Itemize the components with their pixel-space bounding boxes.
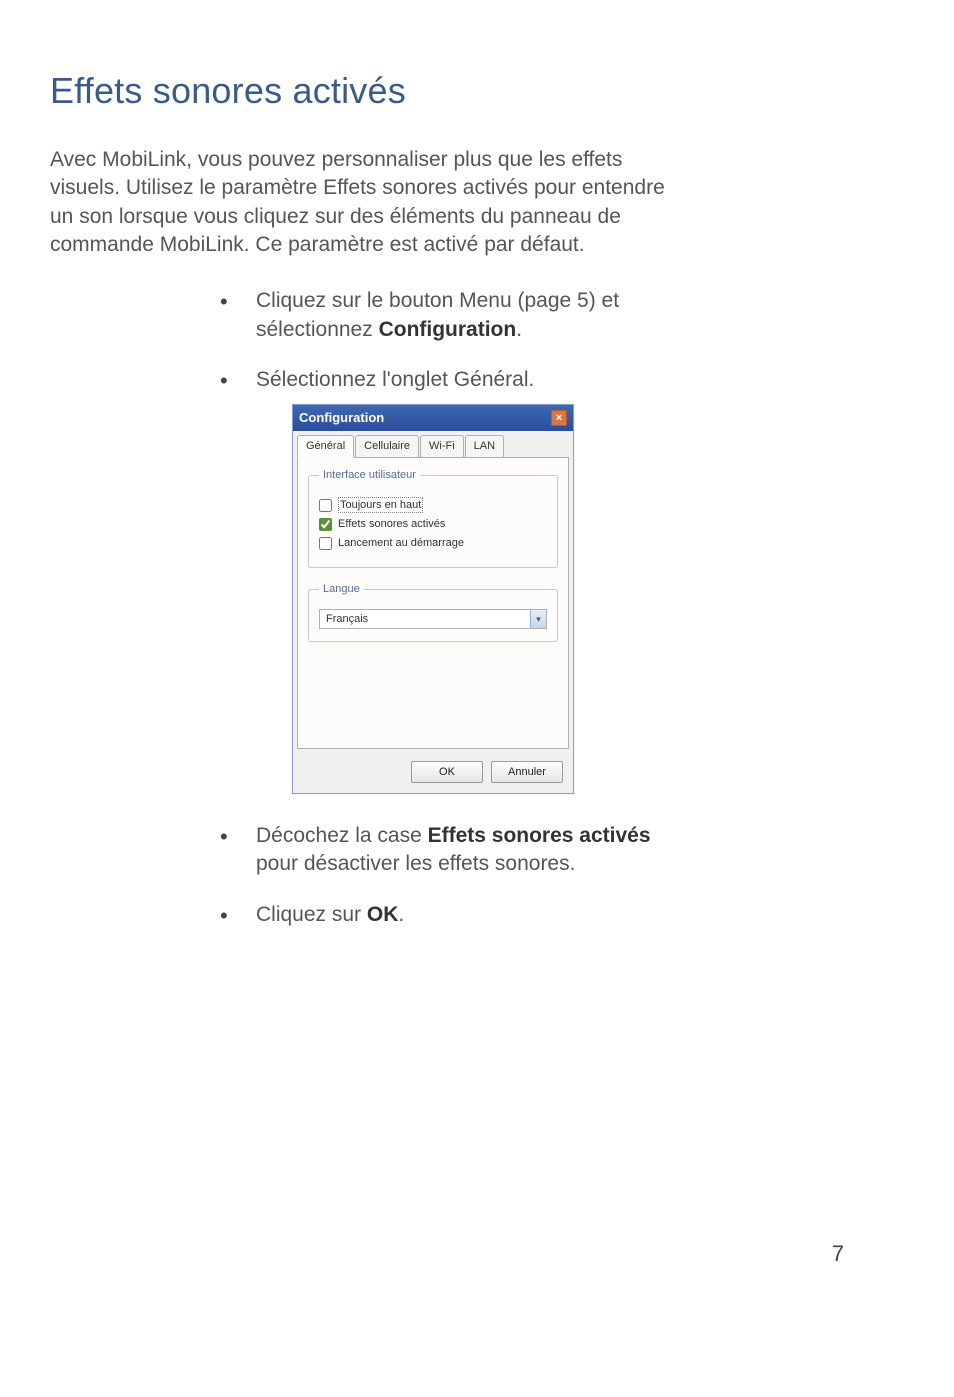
group-interface-legend: Interface utilisateur	[319, 468, 420, 483]
tab-bar: Général Cellulaire Wi-Fi LAN	[297, 435, 569, 457]
checkbox-launch-startup-label: Lancement au démarrage	[338, 536, 464, 551]
dialog-titlebar: Configuration ×	[293, 405, 573, 431]
tab-general[interactable]: Général	[297, 435, 354, 458]
language-dropdown[interactable]: Français ▾	[319, 609, 547, 629]
tab-cellular[interactable]: Cellulaire	[355, 435, 419, 457]
step-2: Sélectionnez l'onglet Général. Configura…	[220, 366, 690, 794]
step-4-text-a: Cliquez sur	[256, 903, 367, 926]
checkbox-sound-effects[interactable]: Effets sonores activés	[319, 517, 547, 532]
step-4: Cliquez sur OK.	[220, 901, 690, 929]
tab-lan[interactable]: LAN	[465, 435, 504, 457]
chevron-down-icon: ▾	[530, 610, 546, 628]
cancel-button[interactable]: Annuler	[491, 761, 563, 783]
group-language: Langue Français ▾	[308, 582, 558, 642]
language-value: Français	[326, 612, 368, 627]
checkbox-sound-effects-input[interactable]	[319, 518, 332, 531]
checkbox-sound-effects-label: Effets sonores activés	[338, 517, 445, 532]
step-4-text-c: .	[398, 903, 404, 926]
instruction-list: Cliquez sur le bouton Menu (page 5) et s…	[220, 287, 690, 929]
group-language-legend: Langue	[319, 582, 364, 597]
checkbox-always-on-top-label: Toujours en haut	[338, 497, 423, 514]
group-interface: Interface utilisateur Toujours en haut E…	[308, 468, 558, 568]
close-icon: ×	[556, 413, 562, 424]
step-1: Cliquez sur le bouton Menu (page 5) et s…	[220, 287, 690, 344]
configuration-dialog: Configuration × Général Cellulaire Wi-Fi…	[292, 404, 574, 794]
step-3-bold: Effets sonores activés	[428, 824, 651, 847]
dialog-button-row: OK Annuler	[293, 753, 573, 793]
step-4-bold: OK	[367, 903, 399, 926]
tab-panel-general: Interface utilisateur Toujours en haut E…	[297, 457, 569, 749]
page-number: 7	[832, 1241, 844, 1267]
page-title: Effets sonores activés	[50, 70, 894, 112]
checkbox-launch-startup[interactable]: Lancement au démarrage	[319, 536, 547, 551]
step-3-text-a: Décochez la case	[256, 824, 428, 847]
ok-button[interactable]: OK	[411, 761, 483, 783]
close-button[interactable]: ×	[551, 410, 567, 426]
checkbox-always-on-top[interactable]: Toujours en haut	[319, 497, 547, 514]
checkbox-always-on-top-input[interactable]	[319, 499, 332, 512]
tab-wifi[interactable]: Wi-Fi	[420, 435, 464, 457]
step-2-text: Sélectionnez l'onglet Général.	[256, 368, 534, 391]
dialog-title: Configuration	[299, 409, 384, 427]
intro-paragraph: Avec MobiLink, vous pouvez personnaliser…	[50, 146, 670, 259]
step-1-text-c: .	[516, 318, 522, 341]
step-3: Décochez la case Effets sonores activés …	[220, 822, 690, 879]
checkbox-launch-startup-input[interactable]	[319, 537, 332, 550]
step-1-bold: Configuration	[379, 318, 517, 341]
step-3-text-c: pour désactiver les effets sonores.	[256, 852, 575, 875]
